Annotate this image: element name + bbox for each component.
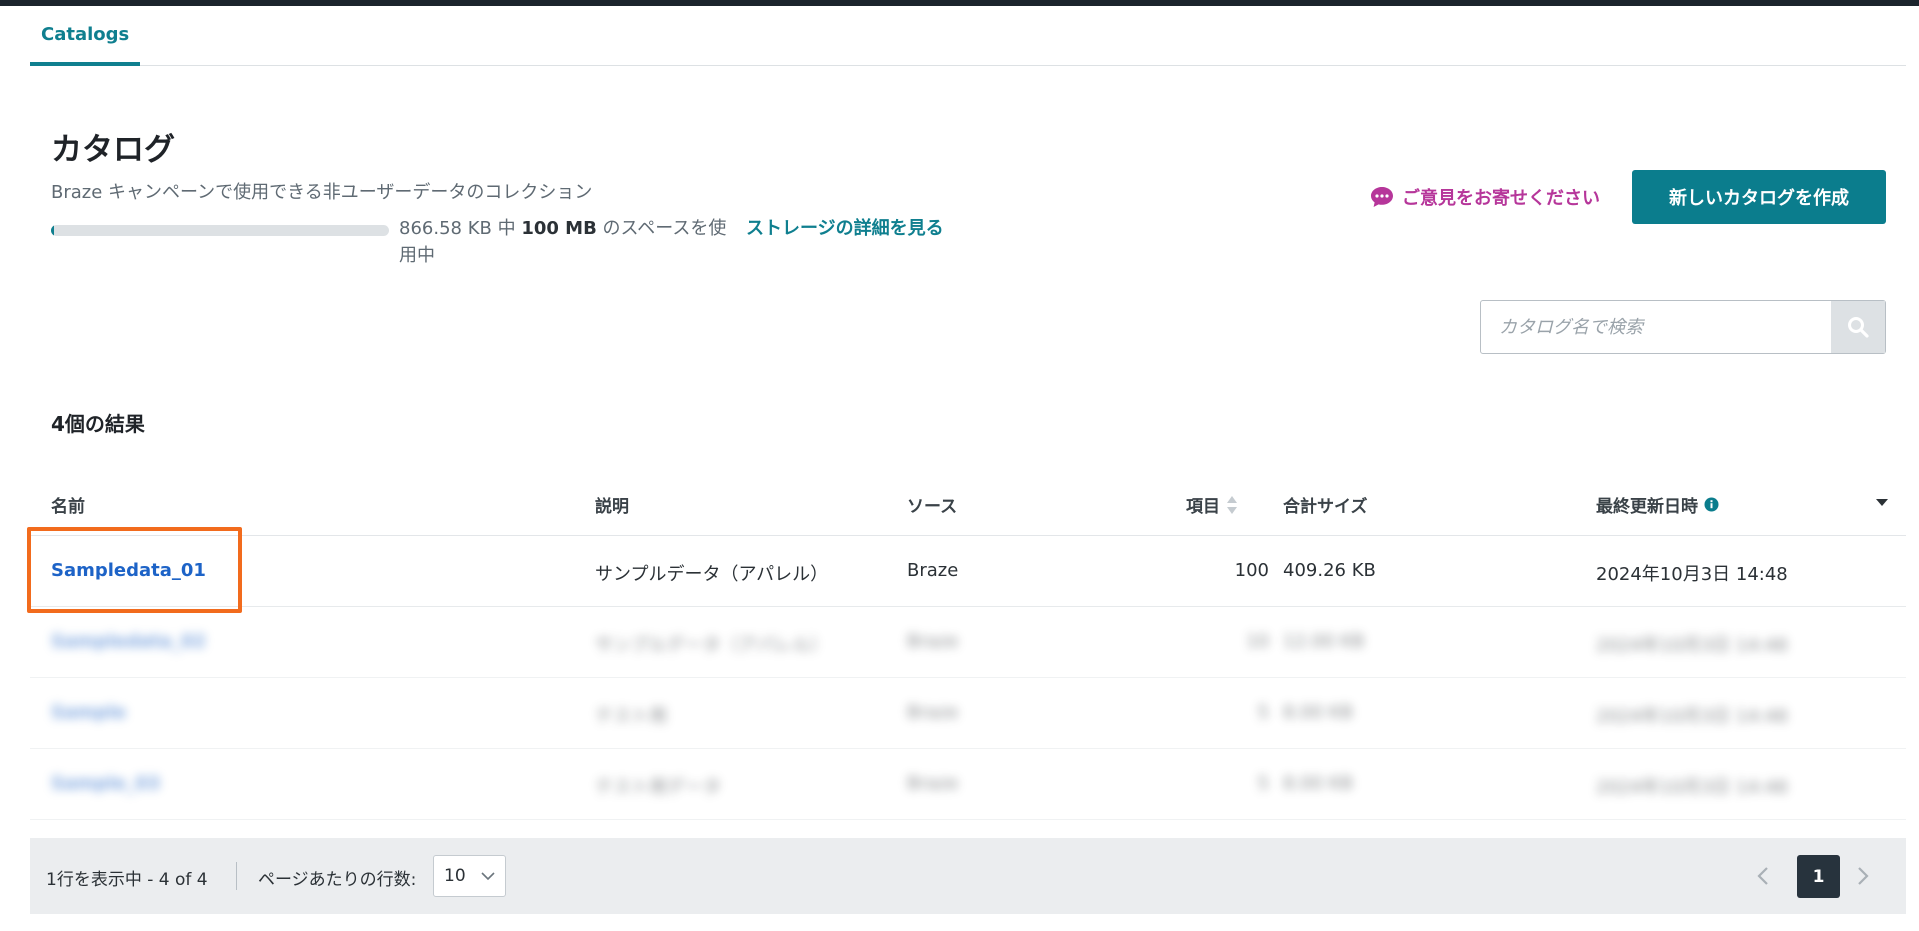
results-count: 4個の結果 — [51, 412, 145, 436]
catalog-size: 8.00 KB — [1283, 773, 1353, 794]
catalog-items: 100 — [1234, 560, 1269, 581]
rows-per-page-value: 10 — [444, 866, 466, 886]
catalog-name-link[interactable]: Sample_03 — [51, 773, 160, 794]
search-button[interactable] — [1831, 301, 1885, 353]
column-header-label: 項目 — [1186, 497, 1220, 517]
footer-divider — [236, 862, 237, 890]
table-header: 名前 説明 ソース 項目 合計サイズ 最終更新日時 — [30, 476, 1906, 536]
column-header-last-updated[interactable]: 最終更新日時 — [1596, 492, 1719, 517]
table-row[interactable]: Sample テスト用 Braze 5 8.00 KB 2024年10月3日 1… — [30, 678, 1906, 749]
storage-middle: 中 — [491, 218, 522, 239]
info-icon[interactable] — [1704, 497, 1719, 512]
chat-bubble-icon — [1371, 187, 1393, 207]
previous-page-icon[interactable] — [1752, 864, 1776, 888]
rows-per-page-select[interactable]: 10 — [433, 855, 506, 897]
catalog-description: テスト用データ — [595, 777, 721, 798]
tab-bar: Catalogs — [30, 6, 1906, 66]
column-header-label: 名前 — [51, 497, 85, 517]
sort-icon — [1227, 495, 1237, 514]
catalog-search-input[interactable] — [1481, 301, 1831, 353]
column-header-total-size: 合計サイズ — [1283, 492, 1368, 517]
storage-details-link[interactable]: ストレージの詳細を見る — [746, 215, 946, 242]
catalog-description: テスト用 — [595, 706, 667, 727]
highlight-box — [27, 527, 242, 613]
storage-progress-bar — [51, 225, 389, 236]
storage-used: 866.58 KB — [399, 218, 492, 239]
page-subtitle: Braze キャンペーンで使用できる非ユーザーデータのコレクション — [51, 182, 593, 203]
column-header-source: ソース — [907, 492, 957, 517]
column-header-description: 説明 — [595, 492, 629, 517]
column-header-label: 説明 — [595, 497, 629, 517]
table-row[interactable]: Sample_03 テスト用データ Braze 5 8.00 KB 2024年1… — [30, 749, 1906, 820]
catalog-updated: 2024年10月3日 14:48 — [1596, 564, 1788, 585]
catalog-updated: 2024年10月3日 14:48 — [1596, 706, 1788, 727]
catalog-items: 5 — [1257, 702, 1269, 723]
search-box — [1480, 300, 1886, 354]
table-row[interactable]: Sampledata_02 サンプルデータ（アパレル） Braze 10 12.… — [30, 607, 1906, 678]
rows-per-page-label: ページあたりの行数: — [258, 870, 417, 890]
catalog-table: 名前 説明 ソース 項目 合計サイズ 最終更新日時 Sampledata_01 … — [30, 476, 1906, 820]
tab-catalogs[interactable]: Catalogs — [30, 6, 141, 66]
storage-usage-text: 866.58 KB 中 100 MB のスペースを使用中 — [399, 215, 729, 269]
catalog-name-link[interactable]: Sampledata_02 — [51, 631, 206, 652]
feedback-label: ご意見をお寄せください — [1402, 188, 1600, 209]
catalog-size: 8.00 KB — [1283, 702, 1353, 723]
chevron-down-icon[interactable] — [1875, 498, 1889, 508]
catalog-description: サンプルデータ（アパレル） — [595, 635, 829, 656]
row-range-text: 1行を表示中 - 4 of 4 — [46, 870, 208, 890]
pagination-footer: 1行を表示中 - 4 of 4 ページあたりの行数: 10 1 — [30, 838, 1906, 914]
catalog-source: Braze — [907, 702, 959, 723]
catalog-description: サンプルデータ（アパレル） — [595, 564, 829, 585]
column-header-label: 合計サイズ — [1283, 497, 1368, 517]
column-header-name[interactable]: 名前 — [51, 492, 85, 517]
page-button-current[interactable]: 1 — [1797, 855, 1840, 898]
catalog-updated: 2024年10月3日 14:48 — [1596, 777, 1788, 798]
page-title: カタログ — [51, 132, 175, 168]
catalog-size: 409.26 KB — [1283, 560, 1376, 581]
catalog-name-link[interactable]: Sample — [51, 702, 126, 723]
search-icon — [1848, 317, 1869, 338]
storage-progress-fill — [51, 225, 55, 236]
storage-limit: 100 MB — [521, 218, 597, 239]
chevron-down-icon — [481, 871, 495, 880]
next-page-icon[interactable] — [1850, 864, 1874, 888]
catalog-source: Braze — [907, 560, 959, 581]
catalog-updated: 2024年10月3日 14:48 — [1596, 635, 1788, 656]
table-row[interactable]: Sampledata_01 サンプルデータ（アパレル） Braze 100 40… — [30, 536, 1906, 607]
catalog-items: 10 — [1246, 631, 1269, 652]
column-header-label: ソース — [907, 497, 958, 517]
catalog-source: Braze — [907, 773, 959, 794]
feedback-link[interactable]: ご意見をお寄せください — [1370, 184, 1600, 210]
catalog-source: Braze — [907, 631, 959, 652]
column-header-label: 最終更新日時 — [1596, 497, 1698, 517]
catalog-items: 5 — [1257, 773, 1269, 794]
create-catalog-button[interactable]: 新しいカタログを作成 — [1632, 170, 1886, 224]
catalog-size: 12.00 KB — [1283, 631, 1365, 652]
column-header-items[interactable]: 項目 — [1186, 492, 1238, 517]
